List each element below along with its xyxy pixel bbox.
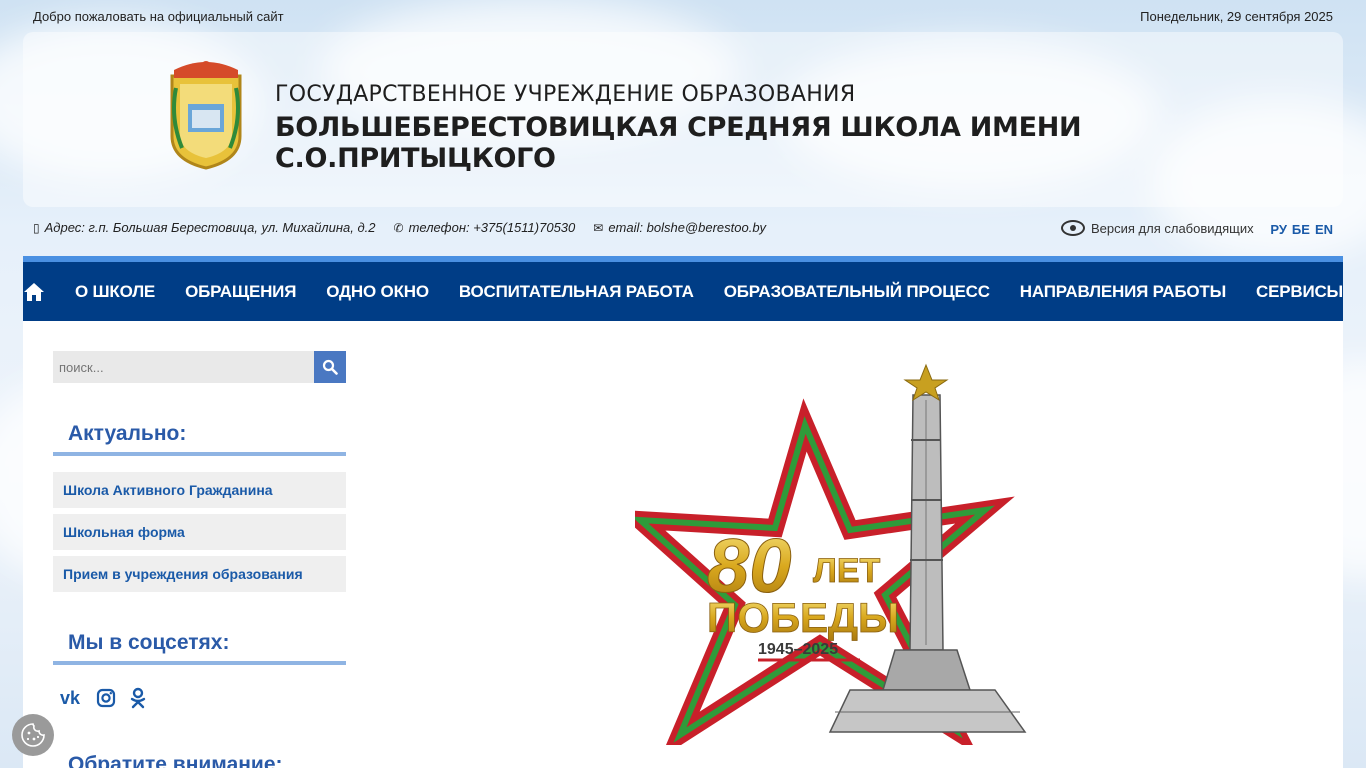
search-form <box>53 351 346 383</box>
nav-work-directions[interactable]: НАПРАВЛЕНИЯ РАБОТЫ <box>1020 282 1226 302</box>
address: ▯ Адрес: г.п. Большая Берестовица, ул. Ми… <box>33 220 376 235</box>
cookie-settings-button[interactable] <box>12 714 54 756</box>
odnoklassniki-icon[interactable] <box>130 687 146 709</box>
attention-section-title: Обратите внимание: <box>68 753 283 768</box>
building-icon: ▯ <box>33 220 40 235</box>
nav-educational-work[interactable]: ВОСПИТАТЕЛЬНАЯ РАБОТА <box>459 282 694 302</box>
institution-type: ГОСУДАРСТВЕННОЕ УЧРЕЖДЕНИЕ ОБРАЗОВАНИЯ <box>275 82 856 107</box>
nav-educational-process[interactable]: ОБРАЗОВАТЕЛЬНЫЙ ПРОЦЕСС <box>724 282 990 302</box>
envelope-icon: ✉ <box>593 220 604 235</box>
lang-ru[interactable]: РУ <box>1270 222 1287 237</box>
social-section-title: Мы в соцсетях: <box>53 631 346 665</box>
actual-section-title: Актуально: <box>53 422 346 456</box>
search-icon <box>322 359 338 375</box>
victory-80-banner[interactable]: 80 ЛЕТ ПОБЕДЫ 1945–2025 <box>635 360 1055 745</box>
email[interactable]: ✉ email: bolshe@berestoo.by <box>593 220 766 235</box>
phone[interactable]: ✆ телефон: +375(1511)70530 <box>394 220 576 235</box>
actual-links-list: Школа Активного Гражданина Школьная форм… <box>53 472 346 598</box>
lang-be[interactable]: БЕ <box>1292 222 1310 237</box>
main-nav: О ШКОЛЕ ОБРАЩЕНИЯ ОДНО ОКНО ВОСПИТАТЕЛЬН… <box>23 256 1343 321</box>
home-icon[interactable] <box>23 282 45 302</box>
search-input[interactable] <box>53 351 314 383</box>
actual-link-school-uniform[interactable]: Школьная форма <box>53 514 346 550</box>
cookie-icon <box>21 723 45 747</box>
language-switcher: РУ БЕ EN <box>1270 222 1333 237</box>
current-date: Понедельник, 29 сентября 2025 <box>1140 9 1333 24</box>
social-links: vk <box>58 687 146 709</box>
phone-icon: ✆ <box>393 220 404 235</box>
actual-link-admission[interactable]: Прием в учреждения образования <box>53 556 346 592</box>
nav-appeals[interactable]: ОБРАЩЕНИЯ <box>185 282 296 302</box>
nav-services[interactable]: СЕРВИСЫ <box>1256 282 1343 302</box>
banner-word-years: ЛЕТ <box>813 552 881 590</box>
school-name: БОЛЬШЕБЕРЕСТОВИЦКАЯ СРЕДНЯЯ ШКОЛА ИМЕНИ … <box>275 112 1082 174</box>
contacts-bar: ▯ Адрес: г.п. Большая Берестовица, ул. Ми… <box>33 220 766 235</box>
nav-one-window[interactable]: ОДНО ОКНО <box>326 282 429 302</box>
low-vision-version-link[interactable]: Версия для слабовидящих <box>1061 220 1254 236</box>
banner-word-victory: ПОБЕДЫ <box>707 594 899 641</box>
nav-about-school[interactable]: О ШКОЛЕ <box>75 282 155 302</box>
eye-icon <box>1061 220 1085 236</box>
top-bar: Добро пожаловать на официальный сайт Пон… <box>0 0 1366 32</box>
search-button[interactable] <box>314 351 346 383</box>
site-header: ГОСУДАРСТВЕННОЕ УЧРЕЖДЕНИЕ ОБРАЗОВАНИЯ Б… <box>23 32 1343 207</box>
banner-years: 1945–2025 <box>758 641 838 658</box>
welcome-text: Добро пожаловать на официальный сайт <box>33 9 284 24</box>
school-emblem-icon[interactable] <box>166 58 246 170</box>
vk-icon[interactable]: vk <box>58 688 82 709</box>
actual-link-active-citizen-school[interactable]: Школа Активного Гражданина <box>53 472 346 508</box>
instagram-icon[interactable] <box>96 688 116 708</box>
lang-en[interactable]: EN <box>1315 222 1333 237</box>
